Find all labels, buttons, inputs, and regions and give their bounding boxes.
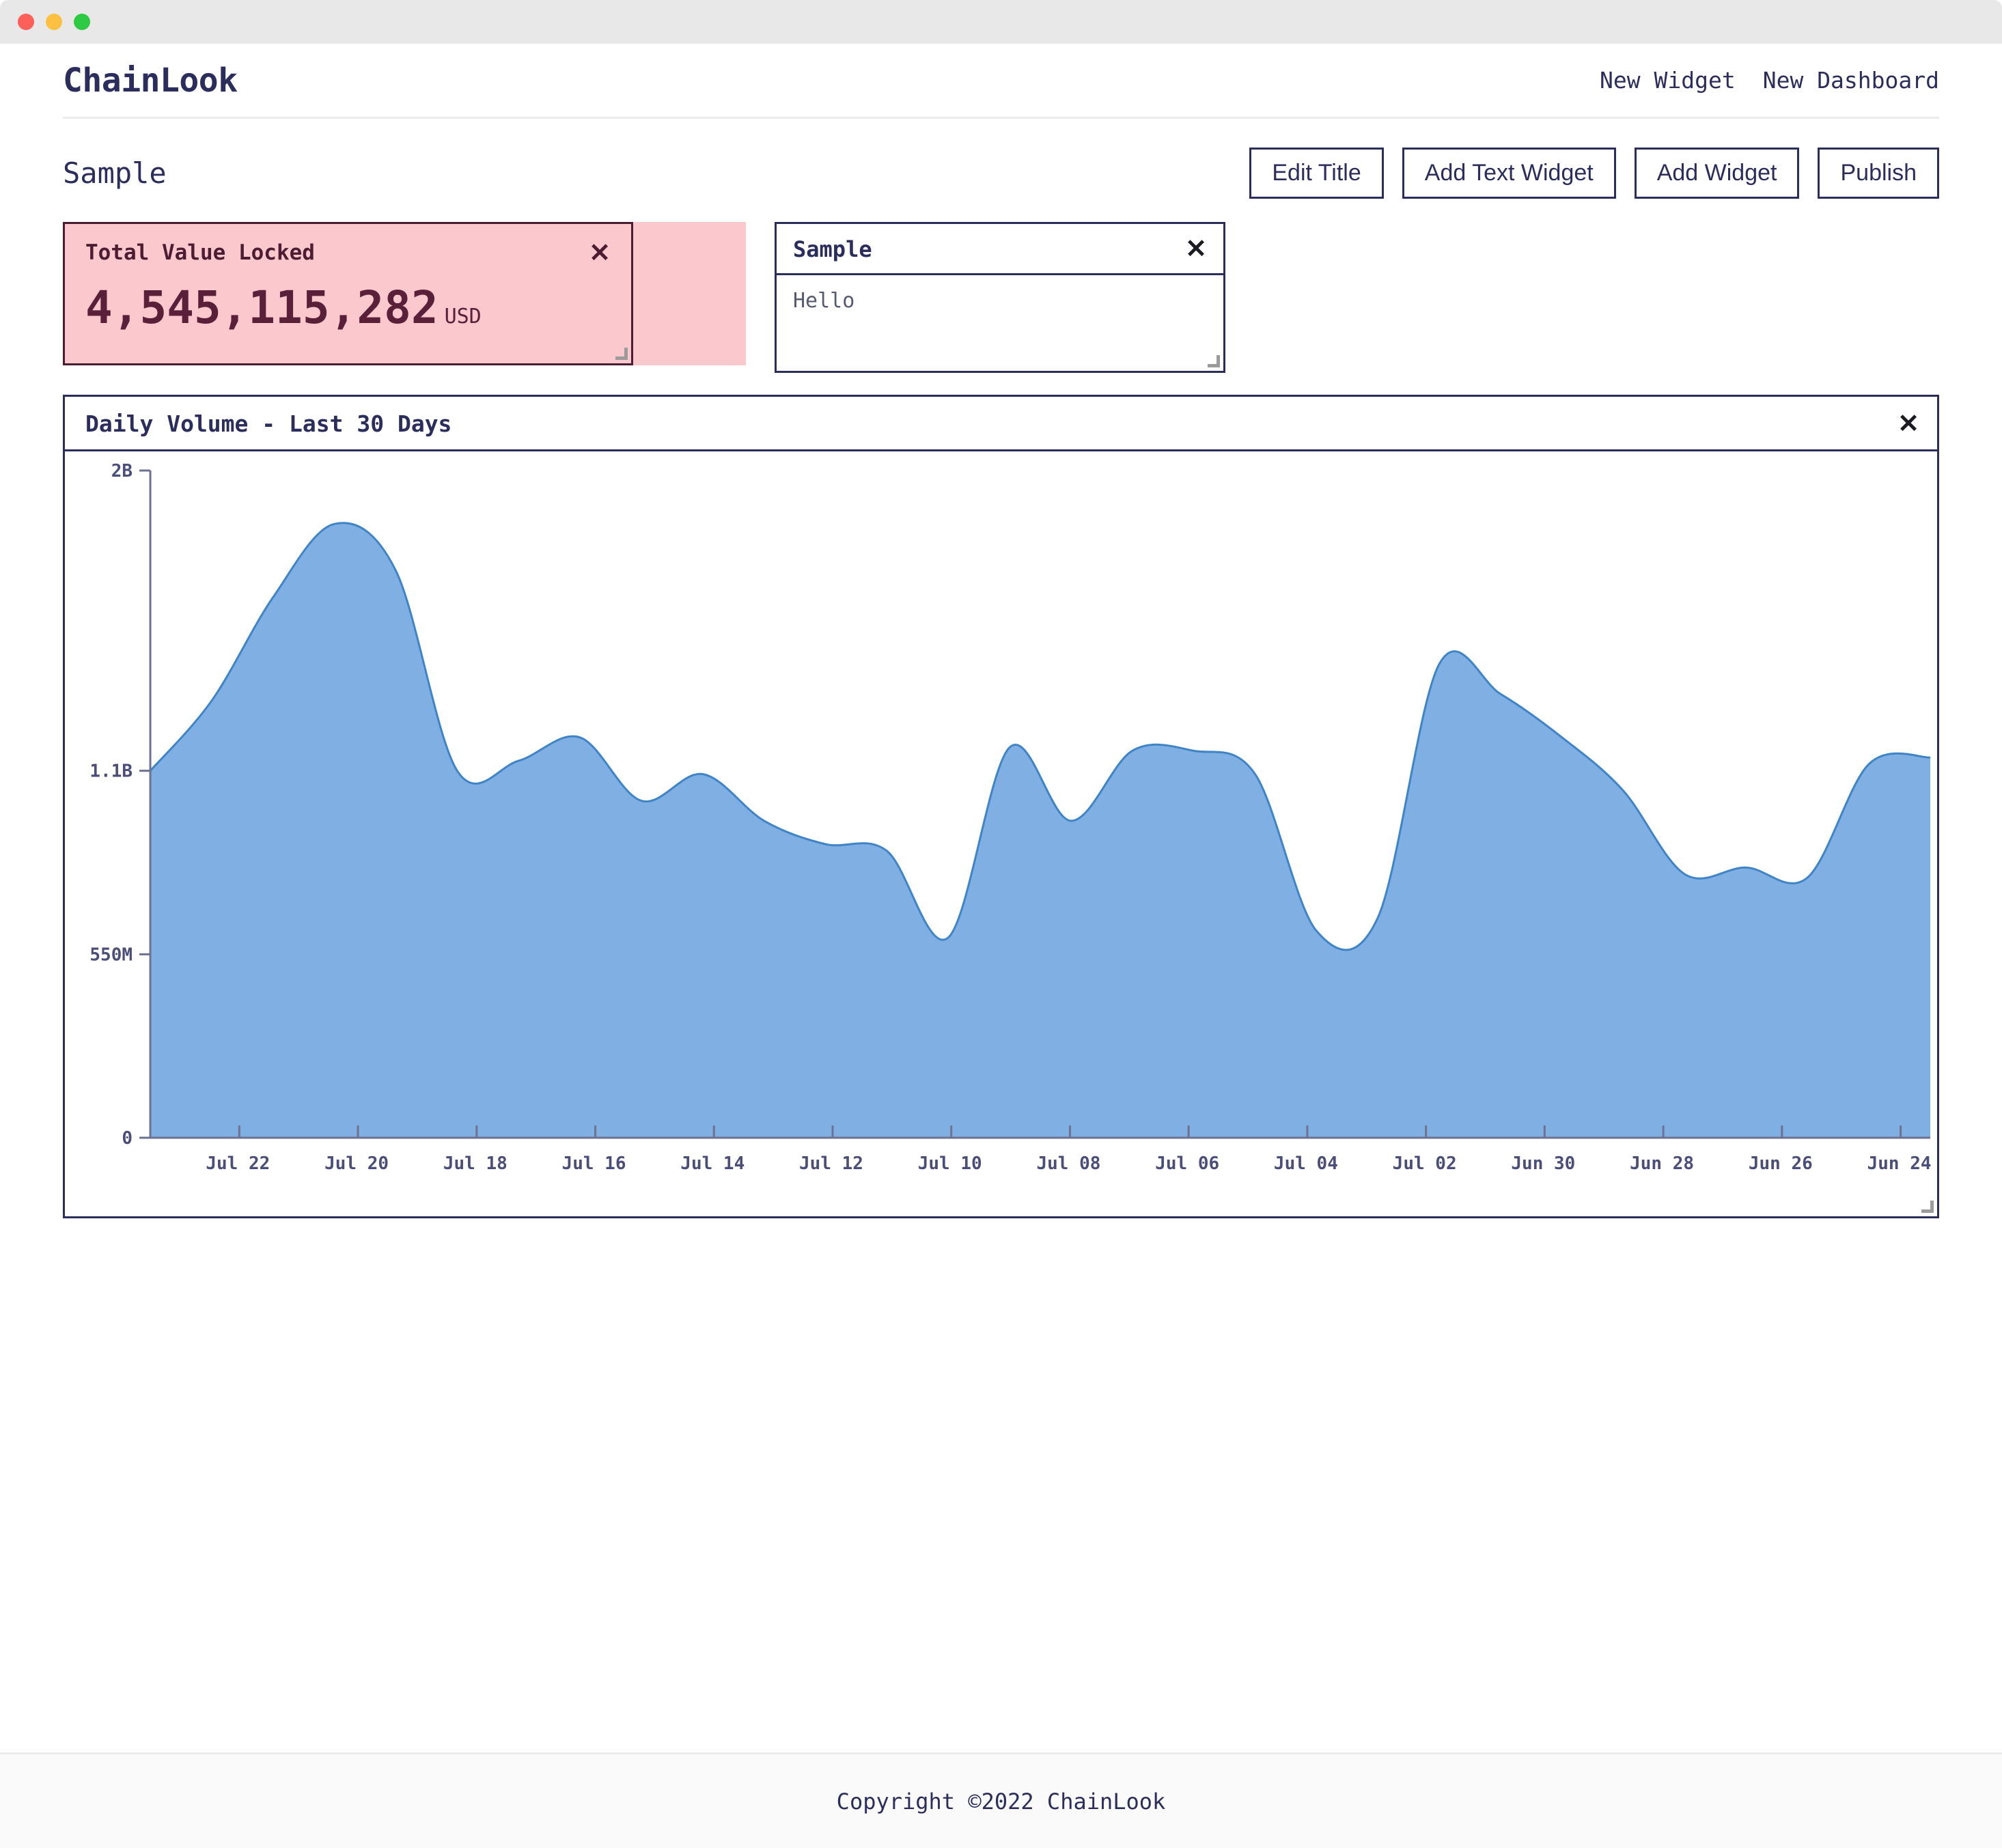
svg-text:Jul 04: Jul 04 — [1274, 1153, 1338, 1174]
browser-chrome — [0, 0, 2002, 44]
widget-row: Total Value Locked ✕ 4,545,115,282 USD S… — [63, 222, 1939, 374]
metric-widget-title: Total Value Locked — [85, 240, 315, 266]
publish-button[interactable]: Publish — [1818, 148, 1939, 199]
resize-handle-icon[interactable] — [1921, 1201, 1934, 1214]
edit-title-button[interactable]: Edit Title — [1249, 148, 1384, 199]
close-icon[interactable]: ✕ — [1897, 411, 1919, 437]
metric-widget-container: Total Value Locked ✕ 4,545,115,282 USD — [63, 222, 746, 366]
svg-text:0: 0 — [122, 1128, 133, 1149]
chart-plot-area[interactable]: 0 550M 1.1B 2B Jul 22 Jul 20 Jul 18 Jul 16 Jul 1… — [65, 451, 1937, 1216]
nav-link-new-dashboard[interactable]: New Dashboard — [1763, 67, 1939, 94]
app-logo[interactable]: ChainLook — [63, 61, 238, 100]
page: ChainLook New Widget New Dashboard Sampl… — [0, 44, 2002, 1848]
metric-unit: USD — [444, 305, 482, 329]
toolbar-actions: Edit Title Add Text Widget Add Widget Pu… — [1249, 148, 1939, 199]
svg-text:Jul 10: Jul 10 — [918, 1153, 982, 1174]
svg-text:Jun 24: Jun 24 — [1867, 1153, 1932, 1174]
chart-widget: Daily Volume - Last 30 Days ✕ 0 550M 1.1B 2… — [63, 395, 1939, 1219]
svg-text:Jul 14: Jul 14 — [680, 1153, 745, 1174]
main-nav: New Widget New Dashboard — [1600, 67, 1939, 94]
svg-text:Jul 20: Jul 20 — [324, 1153, 389, 1174]
text-widget[interactable]: Sample ✕ — [775, 222, 1225, 374]
svg-text:Jul 12: Jul 12 — [799, 1153, 863, 1174]
text-widget-input[interactable] — [777, 275, 1223, 369]
add-text-widget-button[interactable]: Add Text Widget — [1402, 148, 1616, 199]
svg-text:2B: 2B — [111, 461, 133, 481]
page-title: Sample — [63, 156, 167, 191]
svg-text:Jul 22: Jul 22 — [206, 1153, 270, 1174]
text-widget-header: Sample ✕ — [777, 224, 1223, 276]
resize-handle-icon[interactable] — [615, 348, 628, 361]
window-minimize-button[interactable] — [46, 14, 62, 30]
chart-widget-title: Daily Volume - Last 30 Days — [85, 410, 452, 438]
total-value-locked-widget[interactable]: Total Value Locked ✕ 4,545,115,282 USD — [63, 222, 633, 366]
metric-widget-header: Total Value Locked ✕ — [85, 240, 611, 266]
svg-text:Jul 16: Jul 16 — [562, 1153, 626, 1174]
svg-text:Jul 18: Jul 18 — [443, 1153, 508, 1174]
svg-text:Jul 06: Jul 06 — [1155, 1153, 1219, 1174]
window-maximize-button[interactable] — [74, 14, 90, 30]
svg-text:Jun 28: Jun 28 — [1630, 1153, 1694, 1174]
nav-link-new-widget[interactable]: New Widget — [1600, 67, 1736, 94]
svg-text:1.1B: 1.1B — [89, 761, 133, 782]
add-widget-button[interactable]: Add Widget — [1634, 148, 1800, 199]
text-widget-title: Sample — [793, 236, 872, 263]
daily-volume-area-chart[interactable]: 0 550M 1.1B 2B Jul 22 Jul 20 Jul 18 Jul 16 Jul 1… — [65, 451, 1937, 1216]
copyright-text: Copyright ©2022 ChainLook — [836, 1788, 1166, 1815]
svg-text:Jun 26: Jun 26 — [1749, 1153, 1813, 1174]
metric-value-row: 4,545,115,282 USD — [85, 281, 611, 334]
chart-widget-header: Daily Volume - Last 30 Days ✕ — [65, 397, 1937, 452]
content-area: ChainLook New Widget New Dashboard Sampl… — [0, 44, 2002, 1752]
resize-handle-icon[interactable] — [1208, 355, 1220, 368]
site-header: ChainLook New Widget New Dashboard — [63, 44, 1939, 119]
window-close-button[interactable] — [18, 14, 34, 30]
svg-text:550M: 550M — [89, 944, 133, 965]
metric-value: 4,545,115,282 — [85, 281, 439, 335]
close-icon[interactable]: ✕ — [1185, 236, 1207, 262]
close-icon[interactable]: ✕ — [589, 240, 611, 266]
dashboard-toolbar: Sample Edit Title Add Text Widget Add Wi… — [63, 119, 1939, 222]
svg-text:Jul 02: Jul 02 — [1393, 1153, 1457, 1174]
svg-text:Jul 08: Jul 08 — [1036, 1153, 1100, 1174]
site-footer: Copyright ©2022 ChainLook — [0, 1752, 2002, 1848]
svg-text:Jun 30: Jun 30 — [1511, 1153, 1575, 1174]
